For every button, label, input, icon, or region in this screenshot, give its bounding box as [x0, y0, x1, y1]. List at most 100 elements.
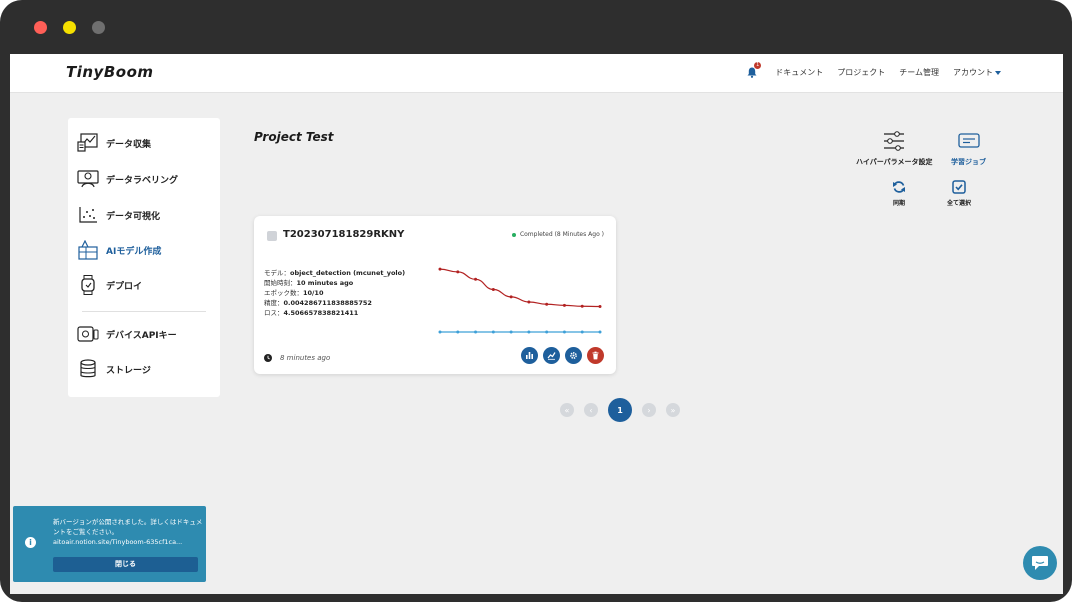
update-toast: i 新バージョンが公開されました。詳しくはドキュメントをご覧ください。 aito…: [13, 506, 206, 582]
next-page-button[interactable]: ›: [642, 403, 656, 417]
sidebar-item-ai-model[interactable]: AIモデル作成: [77, 240, 161, 260]
job-select-checkbox[interactable]: [267, 231, 277, 241]
chart-point-1-0: [438, 330, 442, 334]
device-key-icon: [77, 324, 99, 344]
chart-point-0-7: [562, 303, 566, 307]
chart-point-1-1: [456, 330, 460, 334]
first-page-button[interactable]: «: [560, 403, 574, 417]
sidebar-item-label: ストレージ: [106, 365, 151, 376]
sidebar-divider: [82, 311, 206, 312]
job-delete-button[interactable]: [587, 347, 604, 364]
job-details: モデル：object_detection (mcunet_yolo) 開始時刻：…: [264, 268, 405, 318]
chart-point-1-7: [562, 330, 566, 334]
sidebar-item-data-visualization[interactable]: データ可視化: [77, 205, 160, 225]
status-dot-icon: [511, 232, 516, 237]
notification-bell-icon[interactable]: 1: [747, 62, 762, 78]
data-labeling-icon: [77, 169, 99, 189]
window-close-button[interactable]: [34, 21, 47, 34]
chevron-down-icon: [995, 70, 1001, 75]
nav-projects-link[interactable]: プロジェクト: [837, 67, 885, 78]
nav-team-link[interactable]: チーム管理: [899, 67, 939, 78]
prev-page-button[interactable]: ‹: [584, 403, 598, 417]
toast-link[interactable]: aitoair.notion.site/Tinyboom-635cf1ca...: [53, 537, 203, 547]
chart-point-1-8: [580, 330, 584, 334]
sidebar: データ収集 データラベリング データ可視化 AIモデル作成 デプロイ デバイスA…: [68, 118, 220, 397]
job-actions: [521, 347, 604, 364]
job-bar-chart-button[interactable]: [521, 347, 538, 364]
checkbox-checked-icon: [952, 180, 966, 196]
chart-point-1-3: [491, 330, 495, 334]
chart-point-0-5: [527, 300, 531, 304]
nav-documents-link[interactable]: ドキュメント: [775, 67, 823, 78]
chart-point-0-8: [580, 304, 584, 308]
sync-button[interactable]: 同期: [892, 180, 906, 207]
accuracy-label: 精度：: [264, 299, 284, 307]
job-time-ago: 8 minutes ago: [280, 354, 331, 362]
training-job-card[interactable]: T202307181829RKNY Completed (8 Minutes A…: [254, 216, 616, 374]
sidebar-item-label: データラベリング: [106, 175, 179, 186]
toast-message: 新バージョンが公開されました。詳しくはドキュメントをご覧ください。 aitoai…: [53, 517, 203, 547]
chart-point-1-2: [474, 330, 478, 334]
job-id: T202307181829RKNY: [283, 229, 405, 240]
sidebar-item-label: デバイスAPIキー: [106, 330, 177, 341]
account-menu[interactable]: アカウント: [953, 67, 1001, 78]
app-logo[interactable]: TinyBoom: [66, 63, 154, 81]
clock-icon: [264, 354, 272, 362]
line-chart-icon: [547, 351, 556, 360]
bar-chart-icon: [525, 351, 534, 360]
app-screen: TinyBoom 1 ドキュメント プロジェクト チーム管理 アカウント データ…: [10, 54, 1063, 594]
chart-point-0-0: [438, 267, 442, 271]
chat-bubble-icon: [1031, 555, 1049, 571]
chat-support-button[interactable]: [1023, 546, 1057, 580]
job-line-chart-button[interactable]: [543, 347, 560, 364]
sidebar-item-storage[interactable]: ストレージ: [77, 359, 151, 379]
scatter-plot-icon: [77, 205, 99, 225]
job-settings-button[interactable]: [565, 347, 582, 364]
select-all-button[interactable]: 全て選択: [947, 180, 971, 207]
chevron-double-left-icon: «: [564, 405, 570, 415]
last-page-button[interactable]: »: [666, 403, 680, 417]
sidebar-item-device-api-key[interactable]: デバイスAPIキー: [77, 324, 177, 344]
job-status: Completed (8 Minutes Ago ): [511, 231, 604, 238]
smartwatch-icon: [77, 275, 99, 295]
sidebar-item-label: データ収集: [106, 139, 152, 150]
gear-icon: [569, 351, 578, 360]
start-time-value: 10 minutes ago: [296, 279, 354, 287]
chevron-double-right-icon: »: [670, 405, 676, 415]
window-minimize-button[interactable]: [63, 21, 76, 34]
sidebar-item-deploy[interactable]: デプロイ: [77, 275, 142, 295]
sidebar-item-label: デプロイ: [106, 281, 143, 292]
hyperparameter-settings-button[interactable]: ハイパーパラメータ設定: [856, 130, 932, 167]
training-metrics-chart: [438, 267, 602, 334]
chart-point-0-9: [598, 305, 602, 308]
sidebar-item-data-collection[interactable]: データ収集: [77, 133, 151, 153]
training-job-button[interactable]: 学習ジョブ: [951, 132, 986, 167]
chart-point-0-6: [545, 302, 549, 306]
trash-icon: [591, 351, 600, 360]
info-icon: i: [25, 537, 36, 548]
model-value: object_detection (mcunet_yolo): [290, 269, 406, 277]
device-frame: TinyBoom 1 ドキュメント プロジェクト チーム管理 アカウント データ…: [0, 0, 1072, 602]
epoch-value: 10/10: [303, 289, 324, 297]
chart-point-1-5: [527, 330, 531, 334]
current-page[interactable]: 1: [608, 398, 632, 422]
window-maximize-button[interactable]: [92, 21, 105, 34]
chart-point-1-4: [509, 330, 513, 334]
training-job-icon: [957, 132, 980, 152]
chart-point-0-1: [456, 270, 460, 274]
start-time-label: 開始時刻：: [264, 279, 297, 287]
sidebar-item-label: AIモデル作成: [106, 246, 162, 257]
top-nav: 1 ドキュメント プロジェクト チーム管理 アカウント: [747, 62, 1001, 78]
sliders-icon: [882, 130, 906, 154]
training-job-label: 学習ジョブ: [951, 158, 986, 166]
page-title: Project Test: [254, 130, 334, 144]
epoch-label: エポック数：: [264, 289, 303, 297]
sidebar-item-data-labeling[interactable]: データラベリング: [77, 169, 178, 189]
job-status-text: Completed (8 Minutes Ago ): [519, 231, 604, 238]
hyperparameter-settings-label: ハイパーパラメータ設定: [856, 158, 933, 166]
chart-point-1-9: [598, 330, 602, 334]
database-icon: [77, 359, 99, 379]
chart-point-0-3: [491, 288, 495, 291]
chart-point-1-6: [545, 330, 549, 334]
toast-close-button[interactable]: 閉じる: [53, 557, 198, 572]
